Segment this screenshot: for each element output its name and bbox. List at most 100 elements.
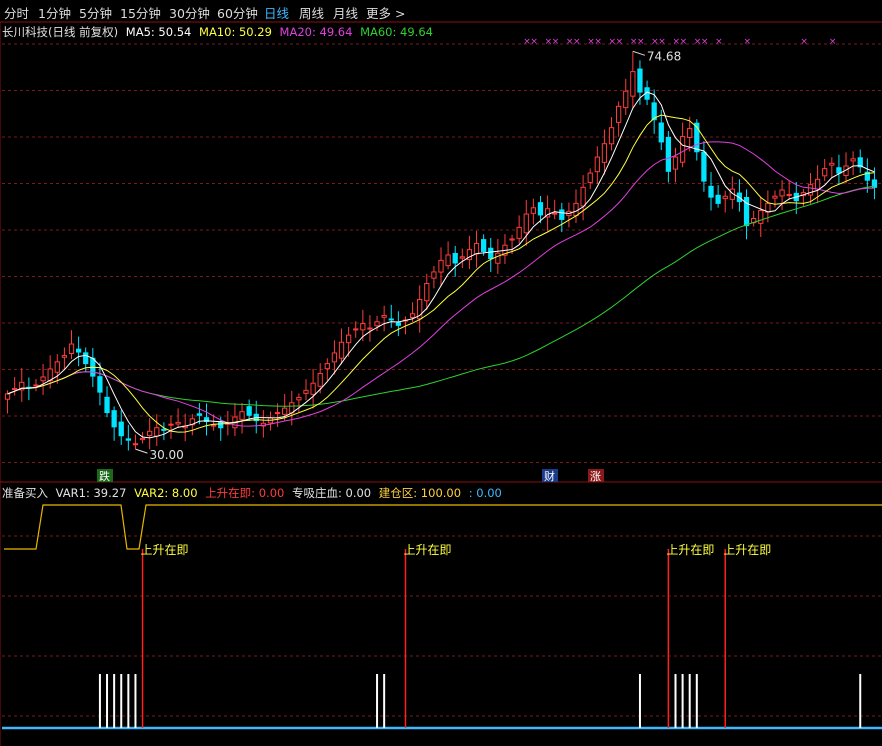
up-candle — [445, 254, 451, 267]
var2-value: VAR2: 8.00 — [134, 486, 198, 500]
down-candle — [218, 420, 224, 429]
down-candle — [715, 194, 721, 204]
down-candle — [708, 185, 714, 198]
rise-signal-label: 上升在即 — [666, 543, 714, 557]
down-candle — [118, 421, 124, 437]
up-candle — [722, 195, 728, 200]
down-candle — [658, 122, 664, 143]
down-candle — [104, 396, 110, 414]
up-candle — [324, 363, 330, 370]
rise-signal-label: 上升在即 — [141, 543, 189, 557]
cross-marker: × — [573, 37, 581, 47]
up-candle — [310, 382, 316, 395]
low-marker — [135, 448, 148, 454]
absorb-value: 专吸庄血: 0.00 — [291, 486, 372, 500]
down-candle — [836, 167, 842, 174]
low-label: 30.00 — [149, 448, 183, 462]
cross-marker: × — [800, 37, 808, 47]
kline-chart[interactable]: 74.6830.00× × × × × × × × × × × × × × × × × × × × × ×跌财涨上升在即上… — [0, 0, 882, 746]
up-candle — [822, 168, 828, 177]
cross-marker: × — [701, 37, 709, 47]
up-candle — [296, 396, 302, 401]
up-candle — [317, 372, 323, 387]
cross-marker: × — [637, 37, 645, 47]
up-candle — [516, 226, 522, 239]
up-candle — [459, 256, 465, 259]
down-candle — [246, 406, 252, 416]
up-candle — [424, 282, 430, 302]
down-candle — [637, 68, 643, 93]
up-candle — [331, 352, 338, 363]
up-candle — [61, 355, 68, 358]
up-candle — [630, 71, 636, 97]
up-candle — [175, 421, 181, 425]
ma60-value: MA60: 49.64 — [360, 25, 433, 39]
indicator-legend: 准备买入 VAR1: 39.27 VAR2: 8.00 上升在即: 0.00 专… — [2, 485, 506, 501]
down-candle — [75, 348, 82, 353]
up-candle — [168, 423, 174, 426]
up-candle — [495, 252, 501, 264]
cross-marker: × — [680, 37, 688, 47]
rise-signal-label: 上升在即 — [723, 543, 771, 557]
up-candle — [303, 389, 309, 394]
down-candle — [388, 318, 394, 321]
badge-zhang: 涨 — [590, 470, 601, 483]
up-candle — [33, 384, 39, 387]
up-candle — [679, 136, 686, 163]
up-candle — [573, 202, 579, 217]
up-candle — [786, 193, 792, 196]
badge-cai: 财 — [544, 469, 555, 483]
cross-marker: × — [744, 37, 752, 47]
up-candle — [772, 195, 778, 199]
up-candle — [580, 186, 586, 207]
up-candle — [623, 90, 629, 109]
up-candle — [509, 238, 515, 241]
up-candle — [850, 158, 856, 162]
up-candle — [594, 156, 600, 173]
up-candle — [672, 156, 679, 170]
up-candle — [473, 242, 480, 255]
up-candle — [438, 259, 444, 273]
build-value: 建仓区: 100.00 — [378, 486, 462, 500]
up-candle — [360, 323, 366, 331]
up-candle — [814, 178, 821, 190]
rise-value: 上升在即: 0.00 — [205, 486, 285, 500]
ma10-value: MA10: 50.29 — [199, 25, 272, 39]
up-candle — [40, 376, 46, 382]
up-candle — [154, 427, 160, 437]
up-candle — [274, 412, 281, 415]
cross-marker: × — [616, 37, 624, 47]
up-candle — [829, 162, 835, 166]
cross-marker: × — [530, 37, 538, 47]
up-candle — [409, 313, 416, 318]
up-candle — [381, 315, 387, 318]
up-candle — [779, 189, 785, 197]
ma5-value: MA5: 50.54 — [125, 25, 192, 39]
up-candle — [367, 327, 373, 330]
cross-marker: × — [829, 37, 837, 47]
main-legend: 长川科技(日线 前复权) MA5: 50.54 MA10: 50.29 MA20… — [2, 24, 437, 40]
down-candle — [537, 202, 544, 216]
down-candle — [97, 376, 103, 393]
cross-marker: × — [715, 37, 723, 47]
badge-die: 跌 — [99, 469, 110, 483]
up-candle — [601, 143, 608, 163]
up-candle — [147, 430, 153, 437]
up-candle — [345, 334, 352, 344]
down-candle — [559, 209, 565, 220]
ma20-value: MA20: 49.64 — [279, 25, 353, 39]
high-label: 74.68 — [647, 49, 681, 63]
up-candle — [374, 321, 380, 327]
down-candle — [452, 253, 458, 264]
var1-value: VAR1: 39.27 — [55, 486, 127, 500]
up-candle — [139, 437, 146, 441]
up-candle — [530, 207, 537, 214]
up-candle — [12, 388, 18, 391]
down-candle — [395, 322, 401, 326]
up-candle — [54, 361, 60, 373]
up-candle — [210, 424, 217, 427]
up-candle — [608, 127, 615, 145]
up-candle — [239, 411, 245, 420]
down-candle — [488, 247, 494, 260]
high-marker — [632, 50, 646, 56]
